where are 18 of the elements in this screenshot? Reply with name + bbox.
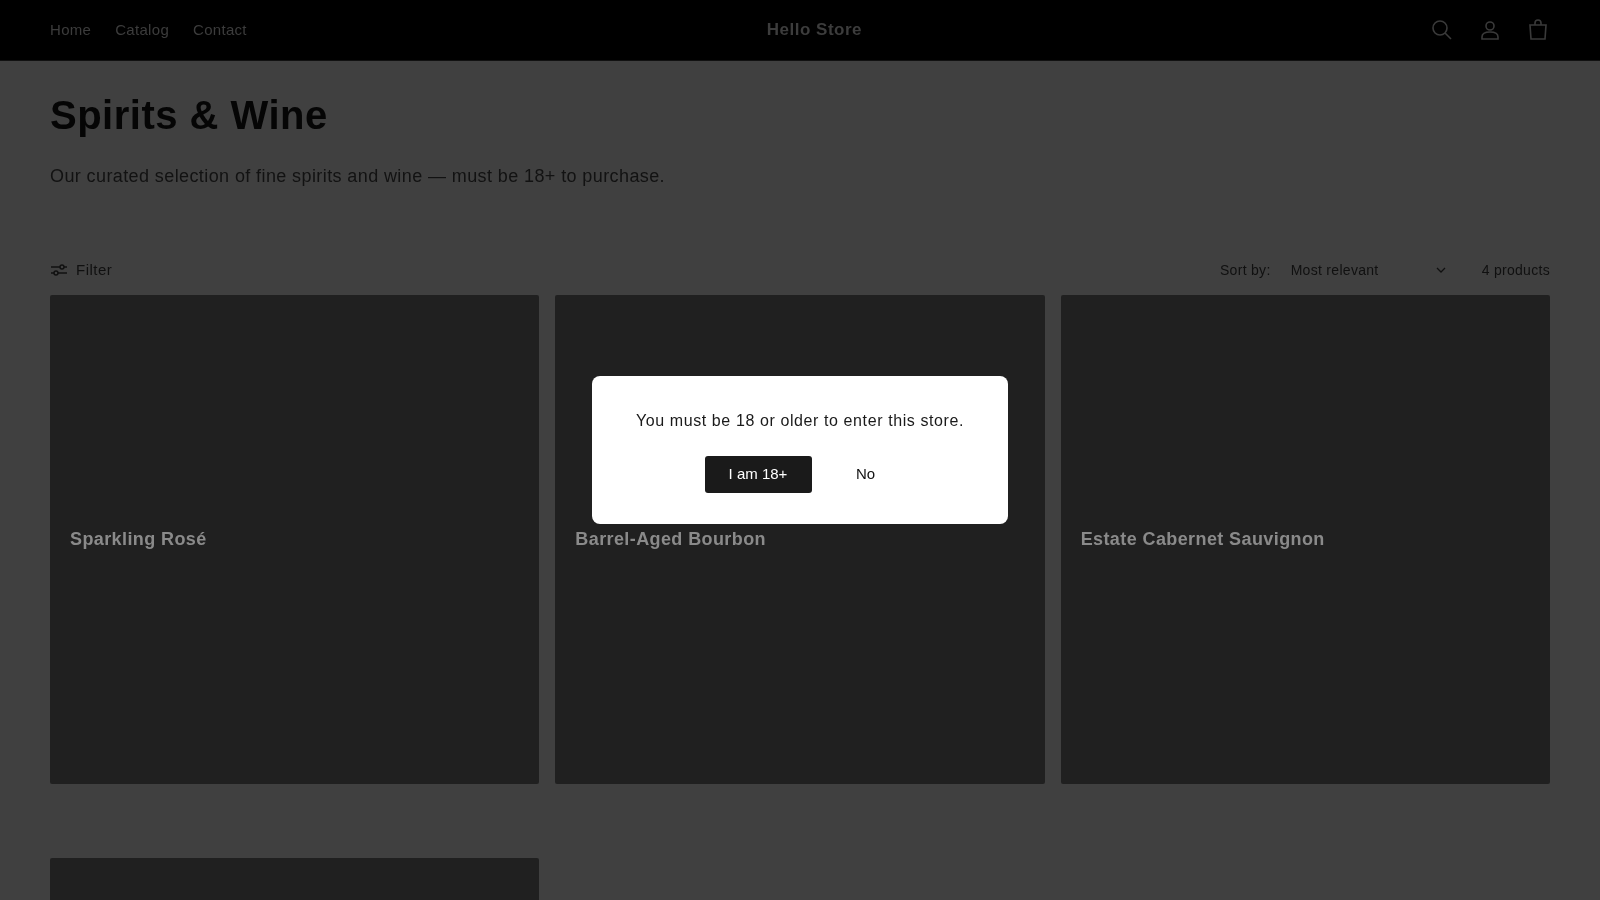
product-title: Sparkling Rosé [70,528,207,551]
chevron-down-icon [1435,267,1446,273]
product-title: Estate Cabernet Sauvignon [1080,528,1325,551]
nav-link[interactable]: Contact [193,18,247,42]
cart-icon[interactable] [1526,18,1550,42]
nav-link[interactable]: Catalog [115,18,170,42]
confirm-button[interactable]: I am 18+ [704,456,812,493]
product-card[interactable]: Estate Cabernet Sauvignon [1060,295,1550,784]
store-name[interactable]: Hello Store [766,17,863,43]
page-title: Spirits & Wine [50,92,329,139]
product-card[interactable]: Sparkling Rosé [50,295,540,784]
decline-button[interactable]: No [835,456,896,493]
sliders-icon [50,262,68,278]
dialog-message: You must be 18 or older to enter this store. [635,411,965,431]
search-icon[interactable] [1430,18,1454,42]
account-icon[interactable] [1478,18,1502,42]
nav-link[interactable]: Home [50,18,92,42]
product-title: Barrel-Aged Bourbon [575,528,766,551]
